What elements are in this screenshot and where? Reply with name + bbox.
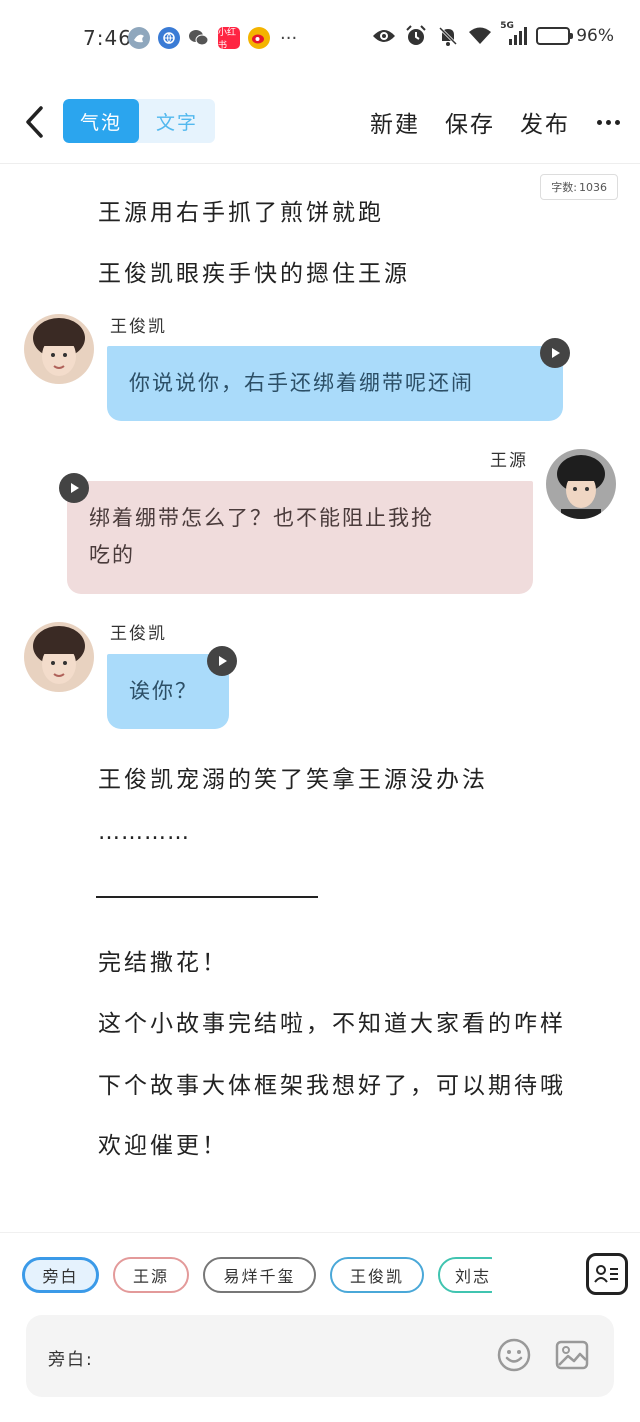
emoji-button[interactable] xyxy=(496,1337,532,1373)
publish-button[interactable]: 发布 xyxy=(520,105,570,139)
divider xyxy=(96,896,318,898)
narration-line[interactable]: 欢迎催更！ xyxy=(98,1126,228,1160)
battery-percent: 96% xyxy=(576,26,614,46)
status-time: 7:46 xyxy=(83,26,132,50)
mute-bell-icon xyxy=(436,24,460,48)
image-icon xyxy=(555,1340,589,1370)
bird-app-icon xyxy=(128,27,150,49)
browser-icon xyxy=(158,27,180,49)
play-audio-button[interactable] xyxy=(59,473,89,503)
back-arrow-icon xyxy=(26,106,43,138)
word-count-value: 1036 xyxy=(579,180,607,194)
signal-icon: 5G xyxy=(500,21,528,48)
wechat-icon xyxy=(188,27,210,49)
tab-text[interactable]: 文字 xyxy=(139,99,215,143)
chat-bubble-line: 吃的 xyxy=(89,543,135,567)
character-chip-narrator[interactable]: 旁白 xyxy=(22,1257,99,1293)
character-chip[interactable]: 刘志 xyxy=(438,1257,492,1293)
message-input[interactable] xyxy=(116,1337,476,1373)
character-manager-button[interactable] xyxy=(586,1253,628,1295)
back-button[interactable] xyxy=(18,102,50,142)
chat-bubble[interactable]: 绑着绷带怎么了？也不能阻止我抢 吃的 xyxy=(67,481,533,594)
character-chip[interactable]: 易烊千玺 xyxy=(203,1257,316,1293)
narration-line[interactable]: 这个小故事完结啦，不知道大家看的咋样 xyxy=(98,1004,566,1038)
status-bar: 7:46 小红书 ··· 5G 96% xyxy=(0,0,640,80)
battery-icon xyxy=(536,27,574,45)
composer-panel: 旁白 王源 易烊千玺 王俊凯 刘志 旁白: xyxy=(0,1232,640,1422)
play-icon xyxy=(552,348,560,358)
mode-switch: 气泡 文字 xyxy=(63,99,215,143)
speaker-name: 王源 xyxy=(490,451,528,471)
narration-line[interactable]: 完结撒花！ xyxy=(98,943,228,977)
wifi-icon xyxy=(468,24,492,48)
chat-bubble-line: 绑着绷带怎么了？也不能阻止我抢 xyxy=(89,506,434,530)
input-speaker-label: 旁白: xyxy=(48,1350,94,1370)
play-icon xyxy=(71,483,79,493)
more-options-button[interactable] xyxy=(595,102,620,142)
narration-line[interactable]: 王俊凯宠溺的笑了笑拿王源没办法 xyxy=(98,760,488,794)
speaker-name: 王俊凯 xyxy=(110,624,167,644)
character-chip[interactable]: 王源 xyxy=(113,1257,189,1293)
avatar-wangjunkai[interactable] xyxy=(24,622,94,692)
eye-icon xyxy=(372,24,396,48)
speaker-name: 王俊凯 xyxy=(110,317,167,337)
xiaohongshu-icon: 小红书 xyxy=(218,27,240,51)
top-toolbar: 气泡 文字 新建 保存 发布 xyxy=(0,82,640,164)
play-icon xyxy=(219,656,227,666)
avatar-wangjunkai[interactable] xyxy=(24,314,94,384)
narration-line[interactable]: 下个故事大体框架我想好了，可以期待哦 xyxy=(98,1066,566,1100)
image-button[interactable] xyxy=(554,1337,590,1373)
play-audio-button[interactable] xyxy=(540,338,570,368)
emoji-icon xyxy=(497,1338,531,1372)
character-chip[interactable]: 王俊凯 xyxy=(330,1257,424,1293)
contact-card-icon xyxy=(594,1265,618,1283)
play-audio-button[interactable] xyxy=(207,646,237,676)
avatar-wangyuan[interactable] xyxy=(546,449,616,519)
narration-line[interactable]: ………… xyxy=(98,820,190,845)
network-type: 5G xyxy=(500,21,514,31)
chat-bubble[interactable]: 你说说你，右手还绑着绷带呢还闹 xyxy=(107,346,563,421)
notification-icons: 小红书 ··· xyxy=(128,27,298,51)
tab-bubble[interactable]: 气泡 xyxy=(63,99,139,143)
word-count-label: 字数: xyxy=(551,181,577,194)
weibo-icon xyxy=(248,27,270,49)
narration-line[interactable]: 王俊凯眼疾手快的摁住王源 xyxy=(98,254,410,288)
new-button[interactable]: 新建 xyxy=(370,105,420,139)
character-selector: 旁白 王源 易烊千玺 王俊凯 刘志 xyxy=(22,1257,492,1295)
message-input-bar: 旁白: xyxy=(26,1315,614,1397)
alarm-icon xyxy=(404,24,428,48)
narration-line[interactable]: 王源用右手抓了煎饼就跑 xyxy=(98,193,384,227)
save-button[interactable]: 保存 xyxy=(445,105,495,139)
word-count-badge: 字数: 1036 xyxy=(540,174,618,200)
more-notifications-icon: ··· xyxy=(280,27,298,49)
